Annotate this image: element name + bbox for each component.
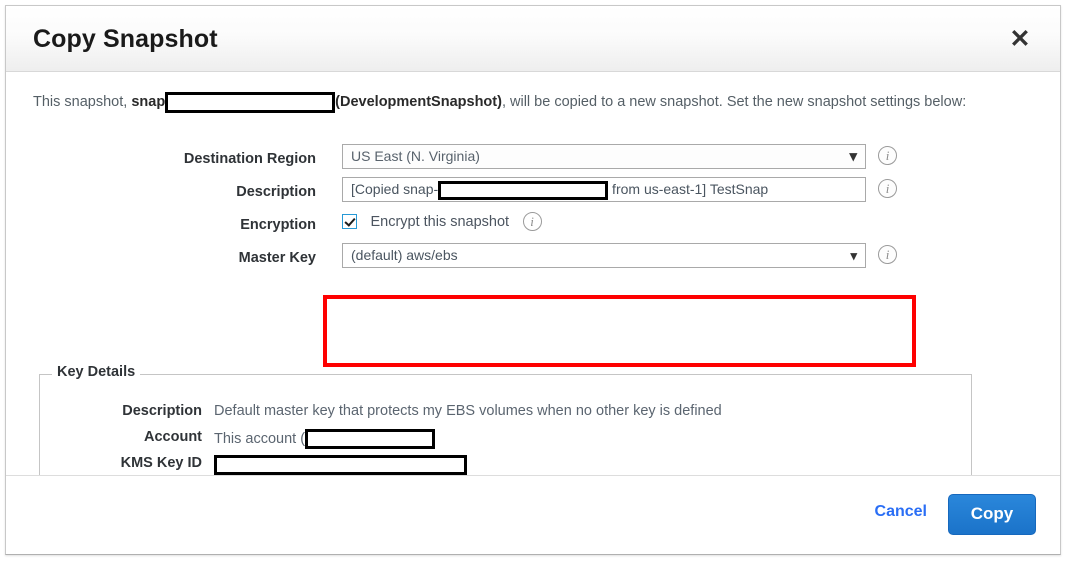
form-row-destination-region: Destination Region US East (N. Virginia)… bbox=[6, 144, 1060, 177]
key-details-account-label: Account bbox=[144, 429, 202, 445]
description-value-prefix: [Copied snap- bbox=[351, 181, 439, 198]
copy-snapshot-form: Destination Region US East (N. Virginia)… bbox=[6, 144, 1060, 276]
key-details-row-kms-key-id: KMS Key ID bbox=[40, 451, 971, 477]
encryption-label: Encryption bbox=[240, 217, 316, 233]
account-value-prefix: This account ( bbox=[214, 430, 306, 447]
form-row-master-key: Master Key (default) aws/ebs ▾ i bbox=[6, 243, 1060, 276]
copy-snapshot-dialog: Copy Snapshot ✕ This snapshot, snap (Deve… bbox=[5, 5, 1061, 555]
key-details-row-description: Description Default master key that prot… bbox=[40, 399, 971, 425]
encryption-field-wrap: Encrypt this snapshot i bbox=[342, 212, 542, 231]
dialog-header: Copy Snapshot ✕ bbox=[6, 6, 1060, 72]
master-key-field-wrap: (default) aws/ebs ▾ bbox=[342, 243, 866, 268]
redaction-bar-kms-key-id bbox=[214, 455, 467, 475]
key-details-legend: Key Details bbox=[52, 364, 141, 380]
description-input[interactable]: [Copied snap- from us-east-1] TestSnap bbox=[342, 177, 866, 202]
encrypt-snapshot-label: Encrypt this snapshot bbox=[370, 213, 510, 230]
redaction-bar-description-snapshot-id bbox=[438, 181, 609, 200]
chevron-down-icon: ▾ bbox=[849, 148, 857, 165]
description-value-suffix: from us-east-1] TestSnap bbox=[608, 181, 769, 198]
redaction-bar-snapshot-id bbox=[165, 91, 336, 113]
copy-button[interactable]: Copy bbox=[948, 494, 1036, 535]
master-key-select[interactable]: (default) aws/ebs ▾ bbox=[342, 243, 866, 268]
cancel-button[interactable]: Cancel bbox=[875, 503, 927, 521]
form-row-encryption: Encryption Encrypt this snapshot i bbox=[6, 210, 1060, 243]
page-title: Copy Snapshot bbox=[33, 25, 218, 53]
red-highlight-annotation bbox=[323, 295, 916, 367]
form-row-description: Description [Copied snap- from us-east-1… bbox=[6, 177, 1060, 210]
key-details-kms-key-id-label: KMS Key ID bbox=[120, 455, 202, 471]
description-label: Description bbox=[236, 184, 316, 200]
intro-part-3: , will be copied to a new snapshot. Set … bbox=[501, 94, 967, 110]
key-details-account-value: This account ( bbox=[214, 429, 436, 449]
info-icon-encryption[interactable]: i bbox=[522, 212, 542, 231]
encrypt-snapshot-checkbox[interactable] bbox=[342, 214, 357, 229]
destination-region-value: US East (N. Virginia) bbox=[351, 148, 480, 164]
destination-region-label: Destination Region bbox=[183, 151, 316, 167]
intro-text: This snapshot, snap (DevelopmentSnapshot)… bbox=[33, 90, 1013, 114]
info-icon-description[interactable]: i bbox=[878, 179, 897, 198]
master-key-value: (default) aws/ebs bbox=[351, 247, 458, 263]
redaction-bar-account-id bbox=[305, 429, 436, 449]
snapshot-id-prefix: snap bbox=[131, 94, 166, 110]
chevron-down-icon: ▾ bbox=[850, 248, 857, 263]
info-icon-destination-region[interactable]: i bbox=[878, 146, 897, 165]
intro-part-1: This snapshot, bbox=[33, 94, 132, 110]
close-icon[interactable]: ✕ bbox=[1005, 24, 1035, 54]
dialog-footer: Cancel Copy bbox=[6, 475, 1060, 554]
key-details-description-value: Default master key that protects my EBS … bbox=[214, 403, 722, 419]
info-icon-master-key[interactable]: i bbox=[878, 245, 897, 264]
destination-region-field-wrap: US East (N. Virginia) ▾ bbox=[342, 144, 866, 169]
key-details-row-account: Account This account ( bbox=[40, 425, 971, 451]
dialog-body: This snapshot, snap (DevelopmentSnapshot)… bbox=[6, 72, 1060, 527]
key-details-description-label: Description bbox=[122, 403, 202, 419]
key-details-kms-key-id-value bbox=[214, 455, 467, 475]
description-field-wrap: [Copied snap- from us-east-1] TestSnap bbox=[342, 177, 866, 202]
destination-region-select[interactable]: US East (N. Virginia) ▾ bbox=[342, 144, 866, 169]
intro-part-2: (DevelopmentSnapshot) bbox=[335, 94, 502, 110]
master-key-label: Master Key bbox=[238, 250, 316, 266]
